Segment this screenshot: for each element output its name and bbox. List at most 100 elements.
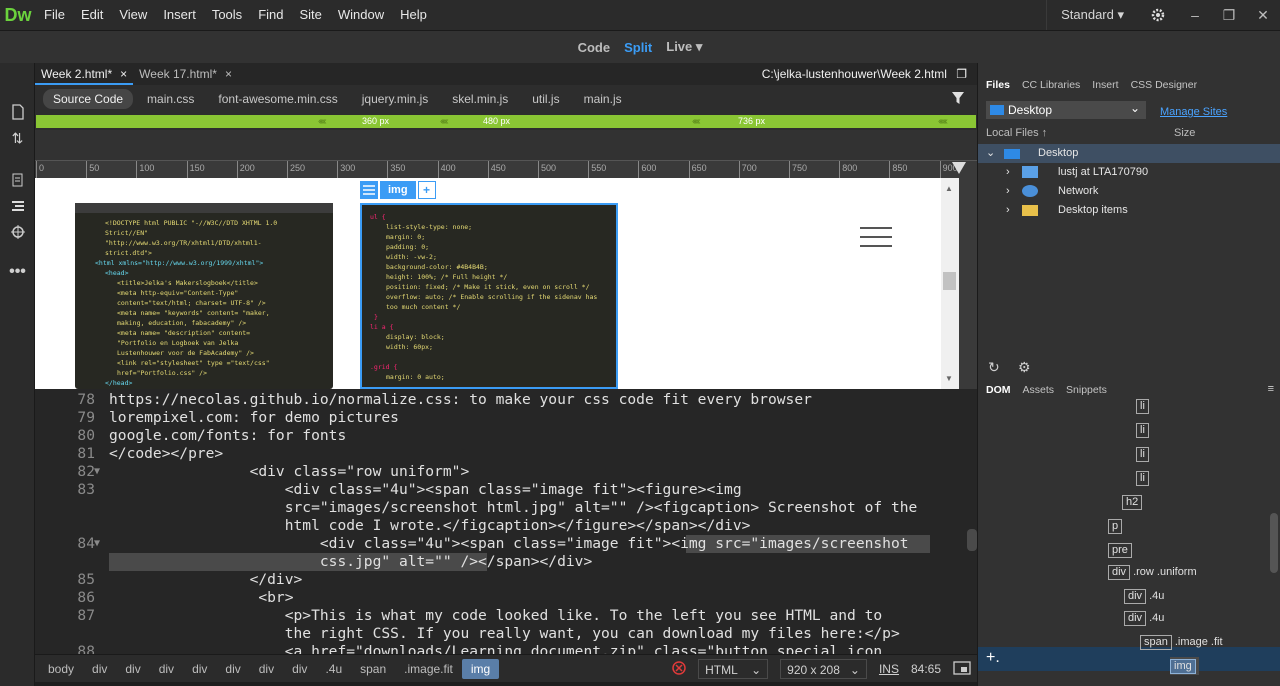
code-line[interactable]: <p>This is what my code looked like. To … [109,607,882,625]
insert-mode[interactable]: INS [879,662,899,676]
close-icon[interactable]: ✕ [1246,0,1280,30]
close-icon[interactable]: × [120,63,127,83]
tab-assets[interactable]: Assets [1023,384,1055,396]
tree-item-desktop[interactable]: ⌄ Desktop [978,144,1280,163]
dom-node[interactable]: li [1136,469,1152,487]
file-transfer-icon[interactable]: ⇅ [0,125,35,151]
doc-tab-week2[interactable]: Week 2.html* × [35,63,134,85]
tag-selector-item[interactable]: div [83,659,116,679]
tree-item-network[interactable]: › Network [978,182,1280,201]
restore-icon[interactable]: ❐ [956,67,967,81]
code-line[interactable]: </code></pre> [109,445,223,463]
dom-scrollbar-thumb[interactable] [1270,513,1278,573]
related-file-skel[interactable]: skel.min.js [442,89,518,109]
related-file-util[interactable]: util.js [522,89,569,109]
media-query-label[interactable]: 480 px [483,115,510,128]
code-line[interactable]: </div> [109,571,303,589]
code-line[interactable]: lorempixel.com: for demo pictures [109,409,399,427]
tag-selector-item[interactable]: body [39,659,83,679]
dom-node[interactable]: pre [1108,541,1135,559]
media-query-label[interactable]: 736 px [738,115,765,128]
fold-toggle[interactable]: ▼ [94,463,100,481]
tree-item-computer[interactable]: › lustj at LTA170790 [978,163,1280,182]
code-line[interactable]: google.com/fonts: for fonts [109,427,346,445]
media-query-track[interactable]: ‹‹‹‹‹ 360 px ‹‹‹‹‹ 480 px ‹‹‹‹‹ 736 px ‹… [36,115,976,128]
filter-icon[interactable] [951,91,965,108]
close-icon[interactable]: × [225,63,232,85]
tag-selector-item[interactable]: img [461,658,500,679]
live-view-button[interactable]: Live ▾ [666,39,702,55]
target-icon[interactable] [0,219,35,245]
live-view-resize-handle[interactable] [959,178,977,389]
connect-icon[interactable]: ⚙ [1018,359,1031,376]
menu-tools[interactable]: Tools [204,0,250,30]
menu-help[interactable]: Help [392,0,435,30]
hamburger-icon[interactable] [360,181,378,199]
live-preview-icon[interactable] [953,660,971,678]
fold-toggle[interactable]: ▼ [94,535,100,553]
local-files-header[interactable]: Local Files ↑ [986,127,1047,139]
dom-node[interactable]: img [1170,657,1199,675]
tag-selector-item[interactable]: span [351,659,395,679]
tab-files[interactable]: Files [986,79,1010,91]
menu-file[interactable]: File [36,0,73,30]
menu-insert[interactable]: Insert [155,0,204,30]
related-file-main-js[interactable]: main.js [574,89,632,109]
live-view[interactable]: <!DOCTYPE html PUBLIC "-//W3C//DTD XHTML… [35,178,959,389]
split-view-button[interactable]: Split [624,40,652,55]
code-line[interactable]: https://necolas.github.io/normalize.css:… [109,391,812,409]
tab-snippets[interactable]: Snippets [1066,384,1107,396]
code-line[interactable]: <div class="4u"><span class="image fit">… [109,481,742,499]
code-line[interactable]: the right CSS. If you really want, you c… [109,625,900,643]
doc-tab-week17[interactable]: Week 17.html* × [133,63,238,85]
add-class-button[interactable]: + [417,181,436,199]
document-type-select[interactable]: HTML ⌄ [698,659,769,679]
panel-menu-icon[interactable]: ≡ [1268,383,1274,395]
gear-icon[interactable] [1138,0,1178,30]
element-hud-tag[interactable]: img [380,181,416,199]
workspace-select[interactable]: Standard ▾ [1046,0,1138,30]
tab-css-designer[interactable]: CSS Designer [1131,79,1198,91]
page-nav-menu-icon[interactable] [860,226,892,251]
tag-selector-item[interactable]: div [116,659,149,679]
tag-selector-item[interactable]: div [216,659,249,679]
css-screenshot-image[interactable]: ul { list-style-type: none; margin: 0; p… [360,203,618,389]
add-element-icon[interactable]: +. [986,649,1000,667]
menu-site[interactable]: Site [291,0,329,30]
media-query-label[interactable]: 360 px [362,115,389,128]
tab-cc-libraries[interactable]: CC Libraries [1022,79,1080,91]
minimize-icon[interactable]: – [1178,0,1212,30]
more-icon[interactable]: ••• [0,259,35,285]
dom-node[interactable]: div .4u [1124,587,1164,605]
tag-selector-item[interactable]: div [150,659,183,679]
code-line[interactable]: <div class="4u"><span class="image fit">… [109,535,909,553]
window-size-select[interactable]: 920 x 208 ⌄ [780,659,867,679]
code-line[interactable]: <div class="row uniform"> [109,463,470,481]
refresh-icon[interactable]: ↻ [988,359,1000,376]
code-line[interactable]: html code I wrote.</figcaption></figure>… [109,517,751,535]
dom-node[interactable]: li [1136,397,1152,415]
code-scrollbar-thumb[interactable] [967,529,977,551]
error-icon[interactable] [672,660,686,678]
related-file-jquery[interactable]: jquery.min.js [352,89,438,109]
manage-sites-link[interactable]: Manage Sites [1160,106,1227,118]
dom-node[interactable]: li [1136,445,1152,463]
dom-node[interactable]: div .row .uniform [1108,563,1197,581]
related-file-source-code[interactable]: Source Code [43,89,134,109]
file-list-icon[interactable] [0,167,35,193]
live-view-scrollbar[interactable]: ▲ ▼ [941,178,959,389]
dom-node[interactable]: p [1108,517,1125,535]
menu-window[interactable]: Window [330,0,392,30]
related-file-main-css[interactable]: main.css [137,89,204,109]
tag-selector-item[interactable]: .4u [316,659,351,679]
related-file-font-awesome[interactable]: font-awesome.min.css [208,89,347,109]
new-file-icon[interactable] [0,99,35,125]
tag-selector-item[interactable]: div [250,659,283,679]
code-view[interactable]: 78 https://necolas.github.io/normalize.cs… [35,389,977,654]
size-header[interactable]: Size [1174,127,1195,139]
code-format-icon[interactable] [0,193,35,219]
site-select[interactable]: Desktop ⌄ [986,101,1146,119]
dom-node[interactable]: h2 [1122,493,1145,511]
code-view-button[interactable]: Code [578,40,611,55]
tag-selector-item[interactable]: div [183,659,216,679]
